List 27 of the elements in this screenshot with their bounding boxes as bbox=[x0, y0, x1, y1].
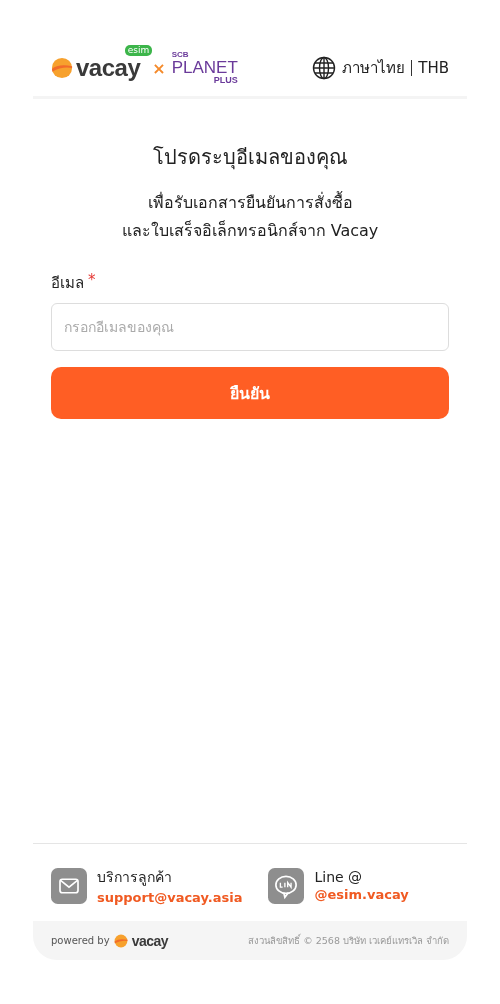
separator-mark: × bbox=[152, 58, 166, 78]
sun-logo-icon bbox=[51, 57, 73, 79]
copyright-text: สงวนลิขสิทธิ์ © 2568 บริษัท เวเคย์แทรเวิล จำกัด bbox=[248, 933, 449, 948]
email-field[interactable]: กรอกอีเมลของคุณ bbox=[51, 303, 449, 351]
subtitle-line: เพื่อรับเอกสารยืนยันการสั่งซื้อ bbox=[146, 190, 354, 214]
partner-top-text: SCB bbox=[171, 51, 190, 59]
required-mark: * bbox=[88, 271, 96, 291]
partner-name: PLANET bbox=[171, 59, 238, 76]
mail-icon bbox=[51, 867, 87, 904]
contact-label: Line @ bbox=[314, 869, 364, 885]
subtitle-line: และใบเสร็จอิเล็กทรอนิกส์จาก Vacay bbox=[120, 219, 380, 242]
brand-name: vacay bbox=[76, 56, 141, 80]
chat-bubble-icon bbox=[268, 867, 305, 904]
esim-badge: esim bbox=[124, 45, 153, 56]
currency-selector[interactable]: THB bbox=[418, 59, 449, 77]
contact-label: บริการลูกค้า bbox=[97, 868, 173, 888]
powered-by-text: powered by bbox=[51, 935, 110, 946]
brand-name: vacay bbox=[131, 933, 169, 948]
sun-logo-icon bbox=[113, 933, 128, 948]
partner-sub-text: PLUS bbox=[213, 76, 238, 85]
globe-icon[interactable] bbox=[311, 56, 336, 80]
language-selector[interactable]: ภาษาไทย bbox=[341, 56, 405, 80]
field-label: อีเมล bbox=[51, 273, 84, 294]
contact-link[interactable]: support@vacay.asia bbox=[97, 890, 243, 905]
contact-link[interactable]: @esim.vacay bbox=[314, 887, 409, 902]
page-title: โปรดระบุอีเมลของคุณ bbox=[151, 144, 349, 172]
confirm-button[interactable]: ยืนยัน bbox=[51, 367, 449, 419]
